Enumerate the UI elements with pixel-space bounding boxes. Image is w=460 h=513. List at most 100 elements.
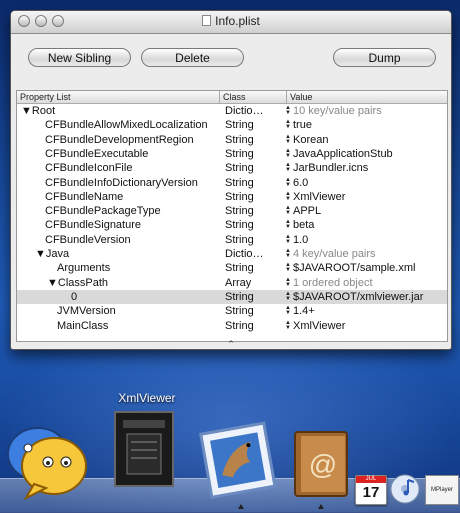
row-value-text: $JAVAROOT/xmlviewer.jar (293, 290, 424, 303)
row-value-text: JavaApplicationStub (293, 147, 393, 160)
row-value-text: 10 key/value pairs (293, 105, 382, 117)
table-row[interactable]: ▼Root Dictio… ▲ ▼ 10 key/value pairs (17, 104, 447, 118)
table-row[interactable]: CFBundleName String ▲ ▼ XmlViewer (17, 190, 447, 204)
property-list-table[interactable]: Property List Class Value ▼Root Dictio… ▲ ▼… (16, 90, 448, 342)
row-value[interactable]: XmlViewer (285, 319, 447, 333)
row-property-name: ▼ClassPath (47, 276, 109, 289)
row-class[interactable]: String (225, 176, 287, 190)
table-row[interactable]: CFBundleExecutable String ▲ ▼ JavaApplicatio… (17, 147, 447, 161)
row-class[interactable]: Dictio… (225, 104, 287, 118)
plist-editor-window: Info.plist New Sibling Delete Dump Prope… (10, 10, 452, 350)
ical-day: 17 (362, 484, 380, 501)
row-value-text: XmlViewer (293, 190, 346, 203)
row-value[interactable]: 1.4+ (285, 304, 447, 318)
row-class[interactable]: String (225, 290, 287, 304)
row-value-text: 6.0 (293, 176, 309, 189)
row-class[interactable]: Dictio… (225, 247, 287, 261)
row-value-text: true (293, 119, 312, 132)
row-value[interactable]: $JAVAROOT/sample.xml (285, 261, 447, 275)
table-row[interactable]: ▼Java Dictio… ▲ ▼ 4 key/value pairs (17, 247, 447, 261)
row-property-name: ▼Java (35, 248, 70, 260)
row-value-text: 4 key/value pairs (293, 248, 376, 260)
row-value[interactable]: XmlViewer (285, 190, 447, 204)
svg-text:@: @ (309, 449, 337, 480)
row-property-name: CFBundleExecutable (45, 147, 149, 160)
row-value[interactable]: APPL (285, 204, 447, 218)
table-row[interactable]: CFBundleIconFile String ▲ ▼ JarBundler.icns (17, 161, 447, 175)
row-value-text: APPL (293, 205, 322, 218)
row-value[interactable]: beta (285, 218, 447, 232)
dump-button[interactable]: Dump (333, 48, 436, 67)
row-value-text: XmlViewer (293, 319, 346, 332)
row-property-name: CFBundlePackageType (45, 205, 161, 218)
row-class[interactable]: Array (225, 276, 287, 290)
row-property-name: CFBundleDevelopmentRegion (45, 133, 194, 146)
address-book-icon[interactable]: @ (291, 428, 351, 500)
delete-button[interactable]: Delete (141, 48, 244, 67)
row-value[interactable]: 1 ordered object (285, 276, 447, 290)
mplayer-icon[interactable]: MPlayer (425, 475, 459, 505)
running-indicator (238, 504, 244, 509)
row-value[interactable]: JarBundler.icns (285, 161, 447, 175)
row-class[interactable]: String (225, 147, 287, 161)
row-value-text: 1 ordered object (293, 276, 373, 289)
row-property-name: ▼Root (21, 105, 56, 117)
table-row[interactable]: JVMVersion String ▲ ▼ 1.4+ (17, 304, 447, 318)
new-sibling-button[interactable]: New Sibling (28, 48, 131, 67)
row-value-text: $JAVAROOT/sample.xml (293, 262, 416, 275)
toolbar: New Sibling Delete Dump (11, 34, 451, 84)
table-header: Property List Class Value (17, 91, 447, 104)
row-class[interactable]: String (225, 161, 287, 175)
row-class[interactable]: String (225, 304, 287, 318)
dock-label: XmlViewer (118, 391, 176, 405)
row-value[interactable]: true (285, 118, 447, 132)
table-row[interactable]: MainClass String ▲ ▼ XmlViewer (17, 319, 447, 333)
row-value[interactable]: 6.0 (285, 176, 447, 190)
table-row[interactable]: CFBundleVersion String ▲ ▼ 1.0 (17, 233, 447, 247)
row-class[interactable]: String (225, 118, 287, 132)
row-value[interactable]: JavaApplicationStub (285, 147, 447, 161)
table-row[interactable]: CFBundleSignature String ▲ ▼ beta (17, 218, 447, 232)
row-property-name: CFBundleAllowMixedLocalization (45, 119, 208, 132)
ical-icon[interactable]: JUL 17 (355, 475, 387, 505)
table-row[interactable]: CFBundleInfoDictionaryVersion String ▲ ▼ 6.0 (17, 176, 447, 190)
table-row[interactable]: ▼ClassPath Array ▲ ▼ 1 ordered object (17, 276, 447, 290)
row-value[interactable]: $JAVAROOT/xmlviewer.jar (285, 290, 447, 304)
column-header-property[interactable]: Property List (17, 91, 220, 103)
row-class[interactable]: String (225, 233, 287, 247)
row-value-text: 1.4+ (293, 305, 315, 318)
row-class[interactable]: String (225, 319, 287, 333)
row-class[interactable]: String (225, 218, 287, 232)
row-value-text: Korean (293, 133, 329, 146)
row-class[interactable]: String (225, 261, 287, 275)
resize-handle[interactable]: ⌃ (11, 340, 451, 349)
row-class[interactable]: String (225, 190, 287, 204)
document-icon (202, 15, 212, 26)
mail-icon[interactable] (198, 420, 280, 502)
window-title: Info.plist (11, 14, 451, 28)
table-row[interactable]: 0 String ▲ ▼ $JAVAROOT/xmlviewer.jar (17, 289, 447, 305)
book-icon[interactable] (113, 410, 177, 488)
row-class[interactable]: String (225, 204, 287, 218)
column-header-class[interactable]: Class (220, 91, 287, 103)
row-value[interactable]: Korean (285, 133, 447, 147)
row-value[interactable]: 4 key/value pairs (285, 247, 447, 261)
title-bar[interactable]: Info.plist (11, 11, 451, 34)
chat-icon[interactable] (4, 418, 90, 500)
column-header-value[interactable]: Value (287, 91, 447, 103)
table-row[interactable]: CFBundleDevelopmentRegion String ▲ ▼ Korean (17, 133, 447, 147)
row-property-name: CFBundleIconFile (45, 162, 133, 175)
row-value-text: 1.0 (293, 233, 309, 246)
row-value[interactable]: 10 key/value pairs (285, 104, 447, 118)
row-class[interactable]: String (225, 133, 287, 147)
table-row[interactable]: CFBundlePackageType String ▲ ▼ APPL (17, 204, 447, 218)
table-row[interactable]: CFBundleAllowMixedLocalization String ▲ ▼ tr… (17, 118, 447, 132)
row-property-name: CFBundleSignature (45, 219, 142, 232)
row-property-name: CFBundleInfoDictionaryVersion (45, 176, 198, 189)
row-value-text: beta (293, 219, 315, 232)
row-value[interactable]: 1.0 (285, 233, 447, 247)
window-title-text: Info.plist (215, 14, 260, 28)
table-row[interactable]: Arguments String ▲ ▼ $JAVAROOT/sample.xml (17, 261, 447, 275)
row-property-name: CFBundleVersion (45, 233, 131, 246)
itunes-icon[interactable] (389, 473, 421, 505)
